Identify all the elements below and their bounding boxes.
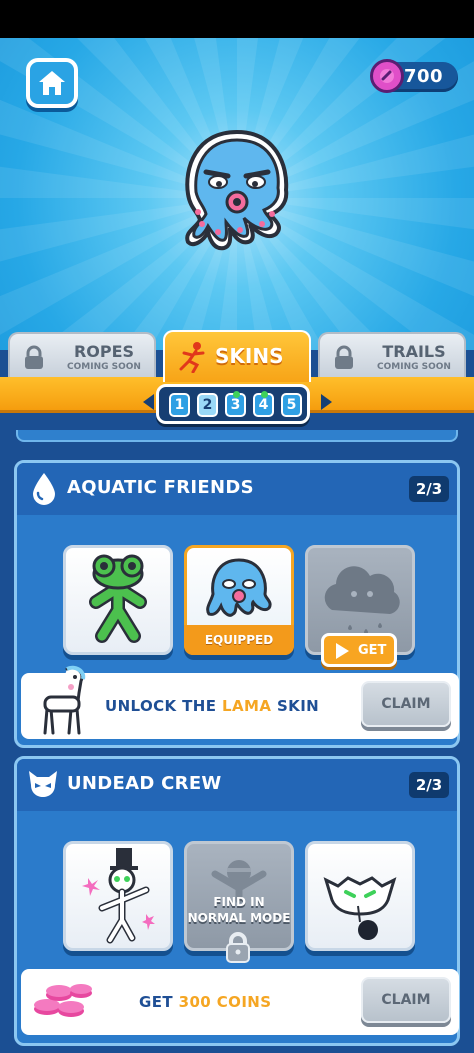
locked-hint: FIND IN NORMAL MODE [187,894,291,926]
skin-set-panel-undead: UNDEAD CREW 2/3 FIND IN NORMAL MODE GET … [14,756,460,1046]
tab-skins-label: SKINS [215,344,284,368]
page-2-button[interactable]: 2 [197,393,218,417]
set-progress-count: 2/3 [409,772,449,798]
skin-card-ghost[interactable] [305,841,415,951]
set-reward-row: UNLOCK THE LAMA SKIN CLAIM [21,665,459,739]
set-progress-count: 2/3 [409,476,449,502]
page-4-button[interactable]: 4 [253,391,274,417]
reward-highlight: LAMA [222,697,272,715]
page-3-button[interactable]: 3 [225,391,246,417]
reward-prefix: UNLOCK THE [105,697,223,715]
gem-counter: 700 [370,59,458,93]
reward-highlight: 300 COINS [178,993,272,1011]
skeleton-skin-icon [82,848,155,944]
reward-text: GET 300 COINS [139,993,271,1011]
claim-button[interactable]: CLAIM [361,681,451,727]
page-selector: 1 2 3 4 5 [156,384,310,424]
reward-prefix: GET [139,993,179,1011]
gem-icon [370,59,404,93]
water-drop-icon [33,473,55,505]
watch-ad-get-button[interactable]: GET [321,633,397,667]
page-4-label: 4 [258,397,269,413]
lama-reward-icon [43,665,86,735]
claim-button[interactable]: CLAIM [361,977,451,1023]
lock-icon [335,345,353,369]
page-3-label: 3 [230,397,241,413]
reward-suffix: SKIN [271,697,320,715]
lock-icon [25,345,43,369]
frog-skin-icon [89,554,147,643]
skull-icon [29,771,57,797]
locked-hint-line-2: NORMAL MODE [187,911,291,925]
tab-trails-status: COMING SOON [377,362,451,372]
set-header: AQUATIC FRIENDS 2/3 [17,463,457,515]
home-icon [39,71,65,95]
tab-trails-label: TRAILS [382,342,446,361]
home-button[interactable] [26,58,78,108]
skin-preview-area: 700 [0,38,474,350]
padlock-icon [226,932,250,963]
previous-set-panel-edge [16,430,458,442]
skin-card-octopus[interactable]: EQUIPPED [184,545,294,655]
skin-card-frog[interactable] [63,545,173,655]
new-indicator-dot [261,391,268,398]
set-reward-row: GET 300 COINS CLAIM [21,969,459,1035]
ghost-skin-icon [323,876,397,940]
page-1-button[interactable]: 1 [169,393,190,417]
new-indicator-dot [233,391,240,398]
octopus-skin-preview [185,129,289,251]
page-prev-arrow[interactable] [143,394,154,410]
tab-trails[interactable]: TRAILS COMING SOON [318,332,466,378]
set-header: UNDEAD CREW 2/3 [17,759,457,811]
locked-hint-line-1: FIND IN [213,895,265,909]
status-bar [0,0,474,38]
running-figure-icon [179,342,205,373]
set-title: AQUATIC FRIENDS [67,477,254,498]
reward-text: UNLOCK THE LAMA SKIN [105,697,319,715]
get-label: GET [358,643,387,658]
set-title: UNDEAD CREW [67,773,222,794]
tab-skins[interactable]: SKINS [163,330,311,382]
page-5-button[interactable]: 5 [281,393,302,417]
octopus-skin-icon [206,558,272,617]
tab-ropes-status: COMING SOON [67,362,141,372]
play-icon [336,643,349,659]
skin-card-skeleton[interactable] [63,841,173,951]
page-next-arrow[interactable] [321,394,332,410]
equipped-badge: EQUIPPED [184,625,294,655]
tab-ropes[interactable]: ROPES COMING SOON [8,332,156,378]
tab-ropes-label: ROPES [73,342,135,361]
coin-stack-icon [34,984,92,1017]
gem-count: 700 [404,66,444,87]
skin-set-panel-aquatic: AQUATIC FRIENDS 2/3 EQUIPPED GET UNLOCK … [14,460,460,748]
